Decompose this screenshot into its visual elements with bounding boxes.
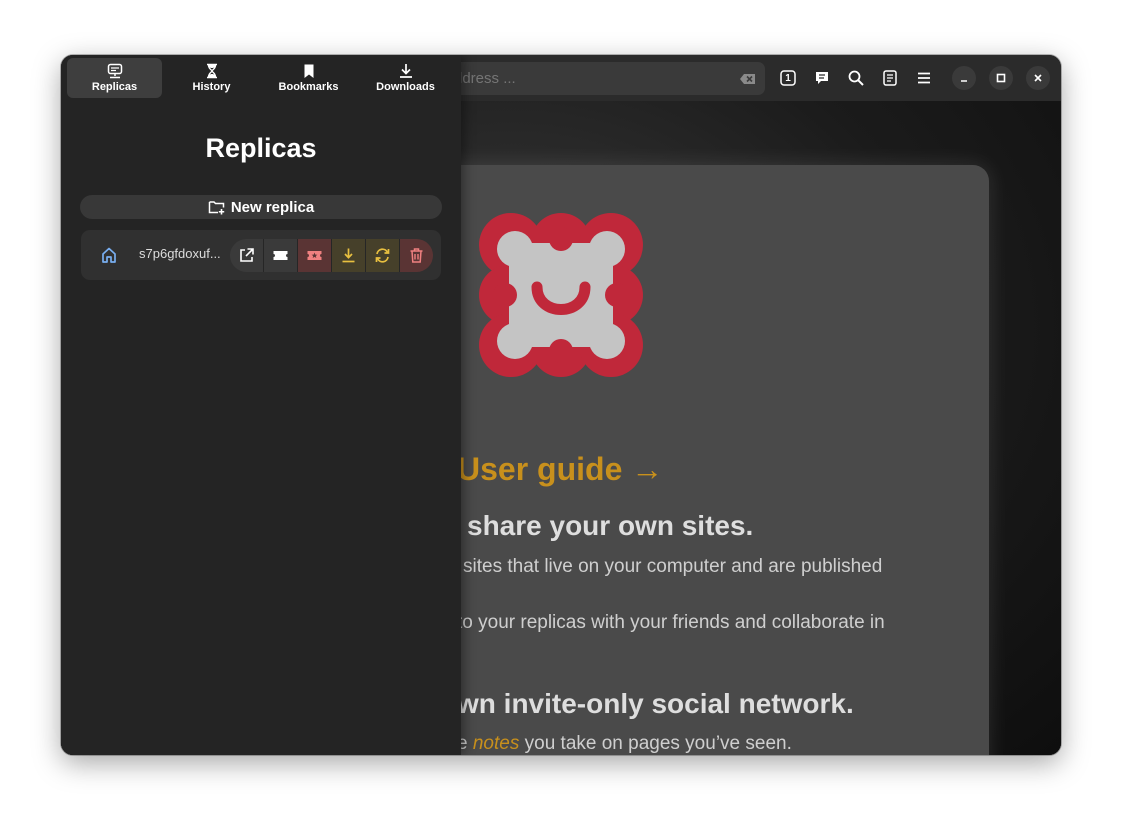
reader-icon [883, 70, 897, 86]
download-replica-button[interactable] [331, 239, 365, 272]
invite-ticket-button[interactable] [297, 239, 331, 272]
chat-button[interactable] [810, 66, 834, 90]
social-network-heading: wn invite-only social network. [457, 688, 854, 719]
maximize-icon [996, 73, 1006, 83]
tab-downloads[interactable]: Downloads [358, 58, 453, 98]
address-input[interactable] [446, 69, 726, 88]
minimize-button[interactable] [952, 66, 976, 90]
replica-name: s7p6gfdoxuf... [139, 246, 221, 261]
ticket-icon [273, 251, 288, 260]
download-icon [399, 64, 412, 78]
browser-window: 1 [61, 55, 1061, 755]
search-button[interactable] [844, 66, 868, 90]
address-bar[interactable] [446, 62, 765, 95]
user-guide-link[interactable]: User guide → [457, 451, 663, 488]
clear-input-icon[interactable] [739, 70, 757, 88]
tab-bookmarks[interactable]: Bookmarks [261, 58, 356, 98]
external-link-icon [240, 248, 254, 262]
search-icon [848, 70, 864, 86]
hamburger-menu-icon [918, 72, 930, 84]
notes-suffix: you take on pages you’ve seen. [519, 733, 792, 754]
close-icon [1034, 74, 1042, 82]
download-icon [342, 248, 355, 263]
reader-button[interactable] [878, 66, 902, 90]
home-icon [102, 247, 116, 263]
minimize-icon [961, 80, 967, 82]
maximize-button[interactable] [989, 66, 1013, 90]
delete-replica-button[interactable] [399, 239, 433, 272]
folder-plus-icon [208, 201, 225, 215]
app-logo [479, 213, 643, 377]
hourglass-icon [206, 63, 217, 79]
tab-history-label: History [192, 81, 231, 93]
notes-link[interactable]: notes [473, 733, 519, 754]
main-menu-button[interactable] [912, 66, 936, 90]
tab-replicas-label: Replicas [91, 81, 138, 93]
replica-item[interactable]: s7p6gfdoxuf... [81, 230, 441, 280]
tab-replicas[interactable]: Replicas [67, 58, 162, 98]
ticket-button[interactable] [263, 239, 297, 272]
tab-history[interactable]: History [164, 58, 259, 98]
ticket-star-icon [307, 251, 322, 260]
replicas-icon [107, 63, 122, 79]
bookmark-icon [304, 64, 313, 78]
replicas-paragraph: to your replicas with your friends and c… [457, 612, 885, 633]
panel-title: Replicas [205, 133, 317, 163]
notes-paragraph: e notes you take on pages you’ve seen. [457, 733, 792, 755]
tab-overview-button[interactable]: 1 [776, 66, 800, 90]
new-replica-label: New replica [230, 198, 315, 216]
tab-bookmarks-label: Bookmarks [278, 81, 339, 93]
new-replica-button[interactable]: New replica [80, 195, 442, 219]
tab-downloads-label: Downloads [376, 81, 435, 93]
share-sites-heading: share your own sites. [467, 510, 754, 541]
sidebar-tabs: Replicas History Bookmarks Downloads [67, 58, 455, 98]
chat-icon [816, 72, 828, 84]
replicas-sidebar: Replicas History Bookmarks Downloads Rep… [61, 55, 461, 755]
replica-actions [230, 239, 433, 272]
sites-paragraph: sites that live on your computer and are… [463, 556, 883, 577]
sync-replica-button[interactable] [365, 239, 399, 272]
open-replica-button[interactable] [230, 239, 263, 272]
close-button[interactable] [1026, 66, 1050, 90]
sync-icon [375, 248, 390, 263]
tab-count: 1 [785, 72, 791, 84]
trash-icon [410, 248, 423, 263]
